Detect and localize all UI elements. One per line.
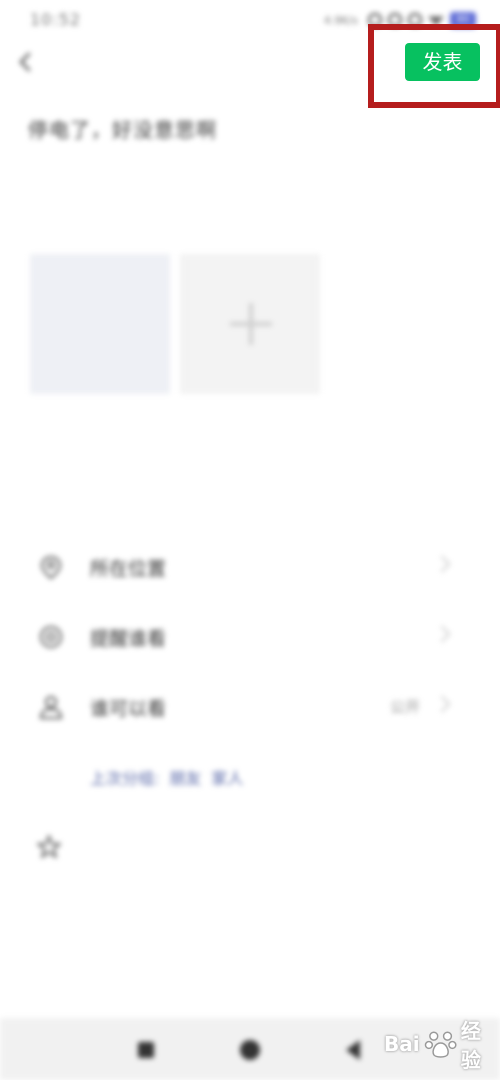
location-icon: [40, 555, 62, 580]
option-label: 所在位置: [90, 558, 167, 580]
status-time: 10:52: [30, 10, 82, 29]
baidu-watermark: Bai 经验: [384, 1019, 500, 1072]
option-label: 谁可以看: [90, 698, 167, 720]
chevron-right-icon: [433, 555, 451, 573]
option-label: 提醒谁看: [90, 628, 167, 650]
option-location[interactable]: 所在位置: [0, 542, 500, 592]
star-icon[interactable]: [36, 834, 62, 860]
recent-groups-hint: 上次分组: 朋友 家人: [90, 765, 253, 789]
visibility-value: 公开: [390, 698, 421, 716]
add-photo-button[interactable]: [180, 254, 320, 394]
system-back-button[interactable]: [346, 1040, 360, 1060]
recent-group-link[interactable]: 朋友: [169, 769, 201, 788]
watermark-text: Bai: [384, 1032, 420, 1056]
photo-thumbnail[interactable]: [30, 254, 170, 394]
recent-groups-prefix: 上次分组:: [90, 769, 160, 788]
person-icon: [39, 696, 63, 719]
recent-apps-button[interactable]: [138, 1042, 154, 1058]
watermark-suffix: 经验: [460, 1019, 481, 1072]
option-remind[interactable]: 提醒谁看: [0, 612, 500, 662]
option-visibility[interactable]: 谁可以看 公开: [0, 682, 500, 732]
recent-group-link[interactable]: 家人: [211, 769, 243, 788]
paw-icon: [424, 1031, 457, 1058]
network-speed: 4.9K/s: [323, 13, 358, 27]
home-button[interactable]: [240, 1040, 260, 1060]
chevron-right-icon: [433, 695, 451, 713]
back-arrow-icon[interactable]: [14, 50, 38, 74]
blurred-screen: 10:52 4.9K/s 80 停电了，好没意思啊 所在位置 提醒谁看 谁可以看…: [0, 0, 500, 1080]
chevron-right-icon: [433, 625, 451, 643]
at-icon: [40, 626, 62, 648]
post-text-input[interactable]: 停电了，好没意思啊: [28, 114, 217, 143]
highlight-annotation: [368, 24, 500, 108]
